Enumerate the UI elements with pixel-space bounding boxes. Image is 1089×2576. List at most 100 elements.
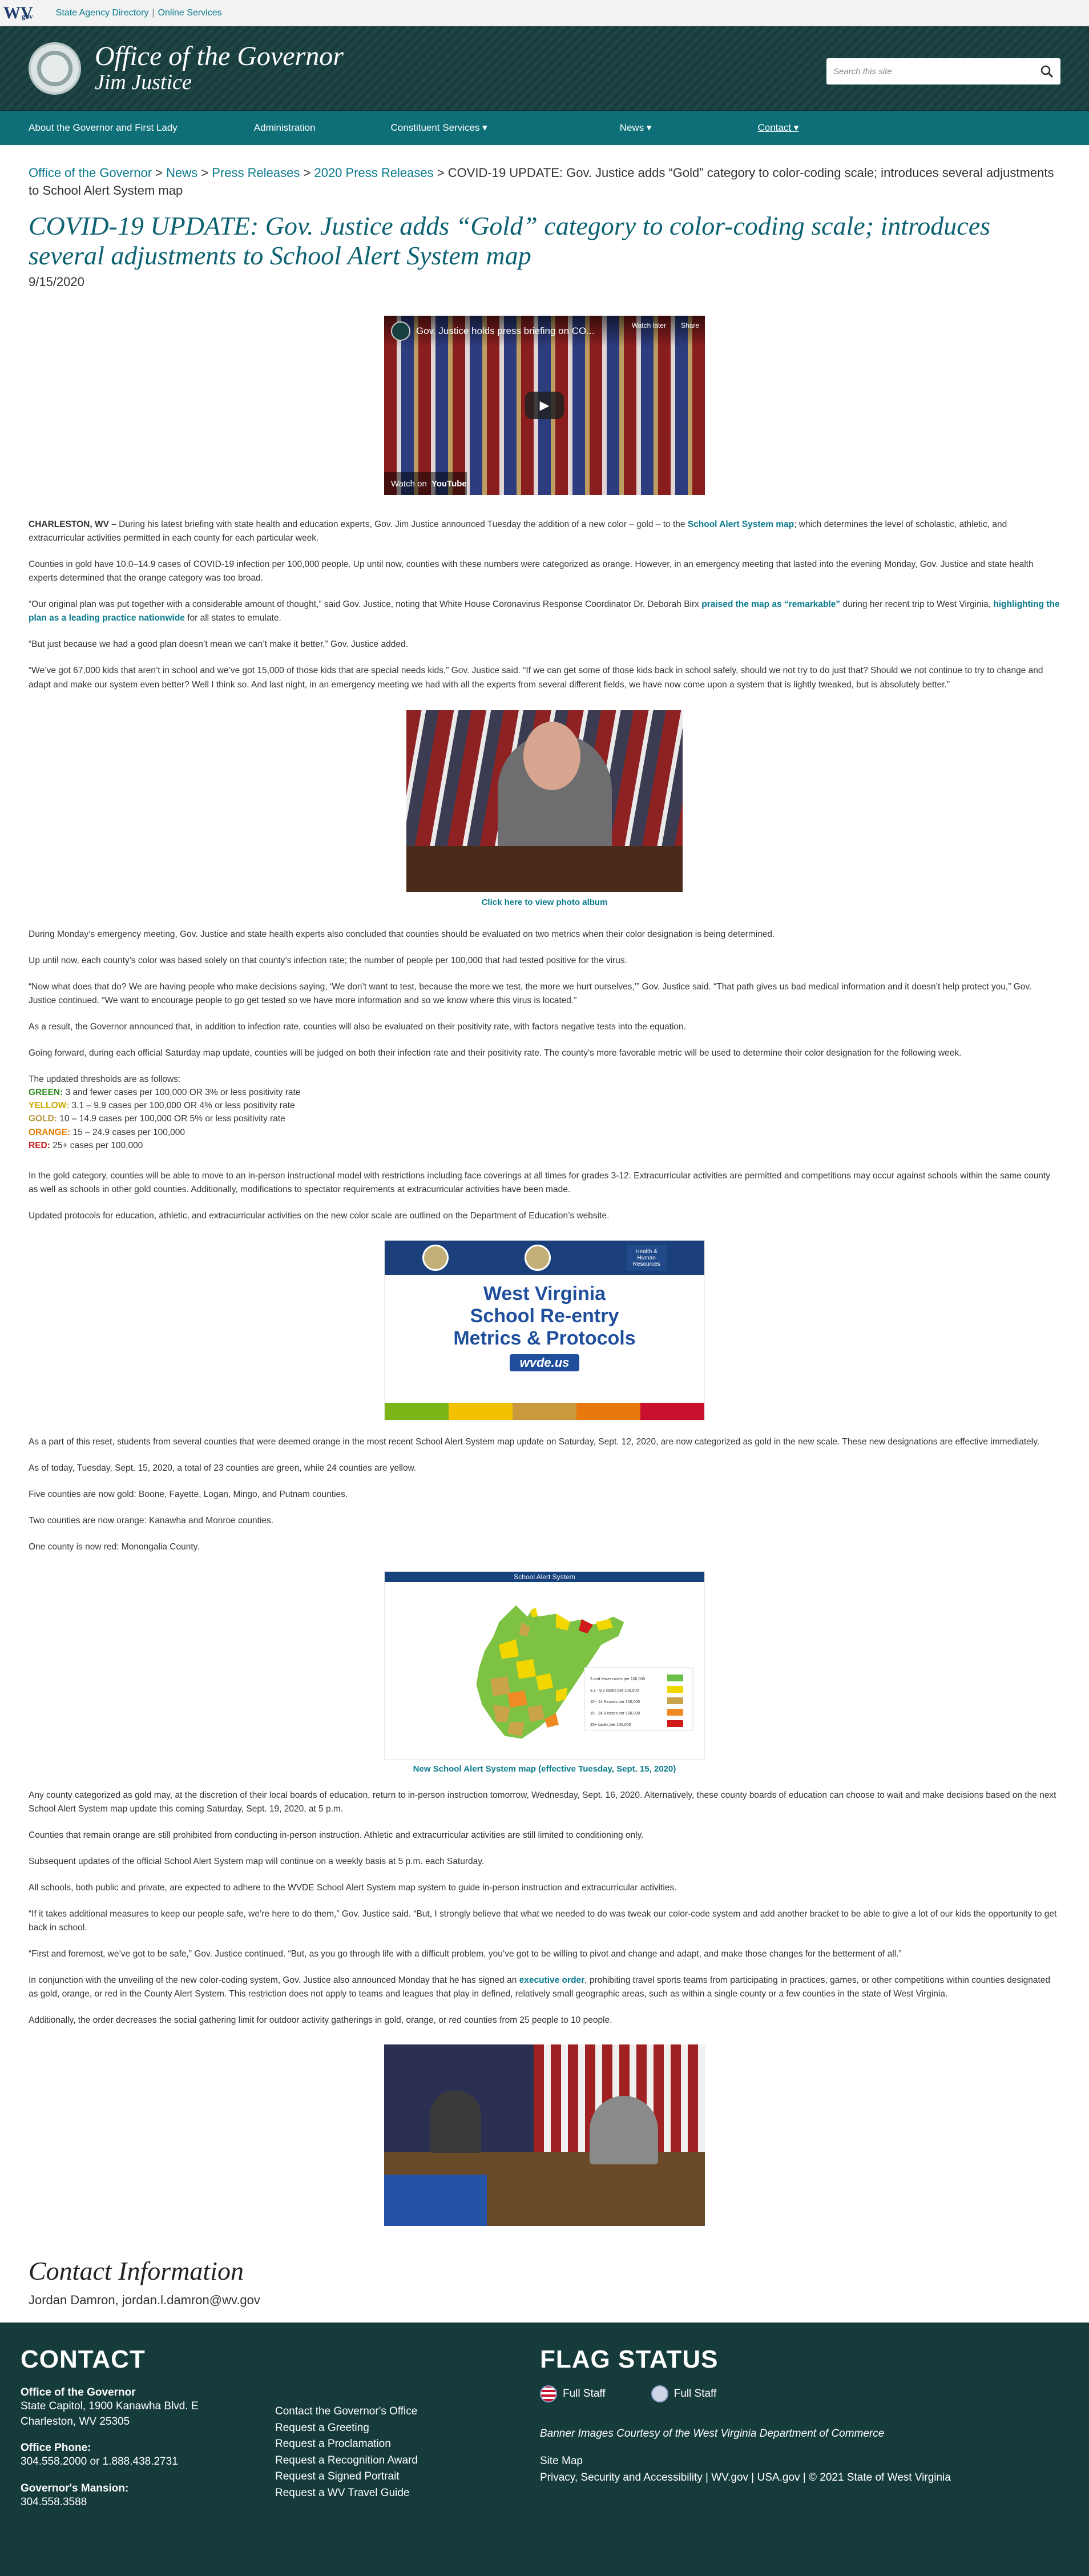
- play-icon[interactable]: ▶: [525, 392, 564, 420]
- praised-map-link[interactable]: praised the map as “remarkable”: [701, 599, 840, 609]
- stripe-red: [640, 1403, 704, 1420]
- nav-administration[interactable]: Administration: [254, 122, 316, 134]
- nav-constituent-services[interactable]: Constituent Services ▾: [391, 122, 487, 134]
- threshold-text: 3.1 – 9.9 cases per 100,000 OR 4% or les…: [69, 1101, 295, 1111]
- map-county-yellow: [536, 1673, 553, 1691]
- banner-heading: West Virginia School Re-entry Metrics & …: [385, 1283, 704, 1372]
- threshold-label: GREEN:: [29, 1087, 63, 1097]
- video-title-bar: Gov. Justice holds press briefing on CO.…: [384, 316, 705, 347]
- breadcrumb-sep: >: [201, 166, 209, 180]
- share-button[interactable]: Share: [681, 321, 699, 329]
- footer-link-greeting[interactable]: Request a Greeting: [275, 2420, 418, 2437]
- site-header: Office of the Governor Jim Justice Searc…: [0, 26, 1089, 111]
- video-title[interactable]: Gov. Justice holds press briefing on CO.…: [416, 325, 594, 337]
- paragraph: Going forward, during each official Satu…: [29, 1048, 962, 1058]
- watch-on-label: Watch on: [391, 478, 427, 489]
- school-alert-map-image[interactable]: School Alert System 3 and fewer cases pe…: [384, 1571, 705, 1760]
- legend-swatch-yellow: [667, 1686, 683, 1693]
- photo-table: [406, 846, 683, 892]
- threshold-text: 10 – 14.9 cases per 100,000 OR 5% or les…: [57, 1114, 285, 1124]
- breadcrumb-sep: >: [155, 166, 163, 180]
- footer-bottom-links: Site Map Privacy, Security and Accessibi…: [540, 2453, 1054, 2486]
- legend-label: 10 - 14.9 cases per 100,000: [590, 1700, 640, 1704]
- usa-gov-link[interactable]: USA.gov: [757, 2472, 800, 2484]
- state-agency-directory-link[interactable]: State Agency Directory: [56, 8, 149, 18]
- footer-legal-row: Privacy, Security and Accessibility | WV…: [540, 2472, 951, 2484]
- watch-on-youtube-button[interactable]: Watch on YouTube: [384, 472, 467, 496]
- map-caption-link[interactable]: New School Alert System map (effective T…: [29, 1764, 1060, 1774]
- thresholds-intro: The updated thresholds are as follows:: [29, 1074, 181, 1084]
- footer-link-proclamation[interactable]: Request a Proclamation: [275, 2436, 418, 2453]
- footer-phone[interactable]: 304.558.2000 or 1.888.438.2731: [21, 2454, 272, 2470]
- state-seal-icon: [422, 1245, 449, 1271]
- search-placeholder: Search this site: [833, 66, 892, 77]
- footer-mansion-phone[interactable]: 304.558.3588: [21, 2495, 272, 2510]
- channel-avatar[interactable]: [391, 321, 410, 341]
- stripe-yellow: [449, 1403, 513, 1420]
- breadcrumb-news[interactable]: News: [166, 166, 197, 180]
- paragraph: “First and foremost, we’ve got to be saf…: [29, 1949, 902, 1959]
- threshold-label: ORANGE:: [29, 1127, 71, 1137]
- paragraph: As of today, Tuesday, Sept. 15, 2020, a …: [29, 1463, 417, 1474]
- footer-mansion-label: Governor's Mansion:: [21, 2482, 129, 2494]
- footer-flag-column: FLAG STATUS Full Staff Full Staff Banner…: [540, 2345, 1054, 2486]
- site-title[interactable]: Office of the Governor Jim Justice: [95, 42, 344, 94]
- paragraph: Updated protocols for education, athleti…: [29, 1211, 610, 1221]
- online-services-link[interactable]: Online Services: [158, 8, 222, 18]
- footer-link-contact[interactable]: Contact the Governor's Office: [275, 2404, 418, 2420]
- banner-site-label: wvde.us: [509, 1354, 580, 1371]
- school-alert-map-link[interactable]: School Alert System map: [688, 520, 794, 529]
- paragraph: As a part of this reset, students from s…: [29, 1437, 1040, 1447]
- wv-gov-logo[interactable]: WV gov: [3, 4, 33, 22]
- video-embed[interactable]: Gov. Justice holds press briefing on CO.…: [384, 316, 705, 496]
- flag-status-heading: FLAG STATUS: [540, 2345, 719, 2373]
- breadcrumb-office[interactable]: Office of the Governor: [29, 166, 152, 180]
- breadcrumb-sep: >: [437, 166, 445, 180]
- footer-link-travel-guide[interactable]: Request a WV Travel Guide: [275, 2485, 418, 2502]
- footer-link-portrait[interactable]: Request a Signed Portrait: [275, 2469, 418, 2485]
- nav-news[interactable]: News ▾: [620, 122, 652, 134]
- paragraph-text: “Our original plan was put together with…: [29, 599, 702, 610]
- footer-link-recognition[interactable]: Request a Recognition Award: [275, 2453, 418, 2469]
- breadcrumb-sep: >: [303, 166, 311, 180]
- executive-order-link[interactable]: executive order: [519, 1975, 585, 1985]
- school-reentry-banner[interactable]: Health & Human Resources West Virginia S…: [384, 1240, 705, 1421]
- legend-swatch-gold: [667, 1697, 683, 1705]
- governor-seal-icon[interactable]: [29, 42, 81, 95]
- banner-logo-strip: Health & Human Resources: [385, 1241, 704, 1275]
- paragraph: “We’ve got 67,000 kids that aren’t in sc…: [29, 666, 1043, 690]
- search-icon[interactable]: [1040, 65, 1054, 78]
- legend-label: 15 - 24.9 cases per 100,000: [590, 1712, 640, 1716]
- photo-album-link[interactable]: Click here to view photo album: [29, 897, 1060, 907]
- privacy-link[interactable]: Privacy, Security and Accessibility: [540, 2472, 703, 2484]
- photo2-person-left: [430, 2090, 481, 2154]
- wv-county-map: 3 and fewer cases per 100,000 3.1 - 9.9 …: [475, 1604, 693, 1740]
- contact-email-link[interactable]: jordan.l.damron@wv.gov: [122, 2293, 260, 2307]
- nav-contact[interactable]: Contact ▾: [757, 122, 798, 134]
- legend-label: 3.1 - 9.9 cases per 100,000: [590, 1689, 639, 1693]
- search-input[interactable]: Search this site: [826, 58, 1060, 84]
- footer-address-line2: Charleston, WV 25305: [21, 2415, 130, 2428]
- wv-gov-link[interactable]: WV.gov: [711, 2472, 748, 2484]
- breadcrumb-2020-press-releases[interactable]: 2020 Press Releases: [314, 166, 433, 180]
- stripe-orange: [576, 1403, 640, 1420]
- paragraph: In conjunction with the unveiling of the…: [29, 1974, 1060, 2001]
- video-actions: Watch later Share: [632, 321, 699, 329]
- watch-later-button[interactable]: Watch later: [632, 321, 666, 329]
- nav-about[interactable]: About the Governor and First Lady: [29, 122, 178, 134]
- governor-photo[interactable]: [406, 710, 683, 892]
- breadcrumb-press-releases[interactable]: Press Releases: [212, 166, 300, 180]
- paragraph: “But just because we had a good plan doe…: [29, 639, 408, 650]
- education-seal-icon: [524, 1245, 551, 1271]
- site-map-link[interactable]: Site Map: [540, 2453, 1054, 2469]
- photo2-person-right: [590, 2096, 658, 2165]
- utility-sep: |: [152, 7, 155, 18]
- banner-line: School Re-entry: [470, 1305, 619, 1327]
- banner-credit: Banner Images Courtesy of the West Virgi…: [540, 2428, 885, 2440]
- us-flag-status-text: Full Staff: [563, 2388, 606, 2400]
- paragraph: “Now what does that do? We are having pe…: [29, 981, 1032, 1005]
- paragraph: Counties in gold have 10.0–14.9 cases of…: [29, 560, 1034, 583]
- article-date: 9/15/2020: [29, 275, 84, 289]
- map-county-gold: [527, 1705, 544, 1722]
- paragraph-text: In conjunction with the unveiling of the…: [29, 1975, 519, 1986]
